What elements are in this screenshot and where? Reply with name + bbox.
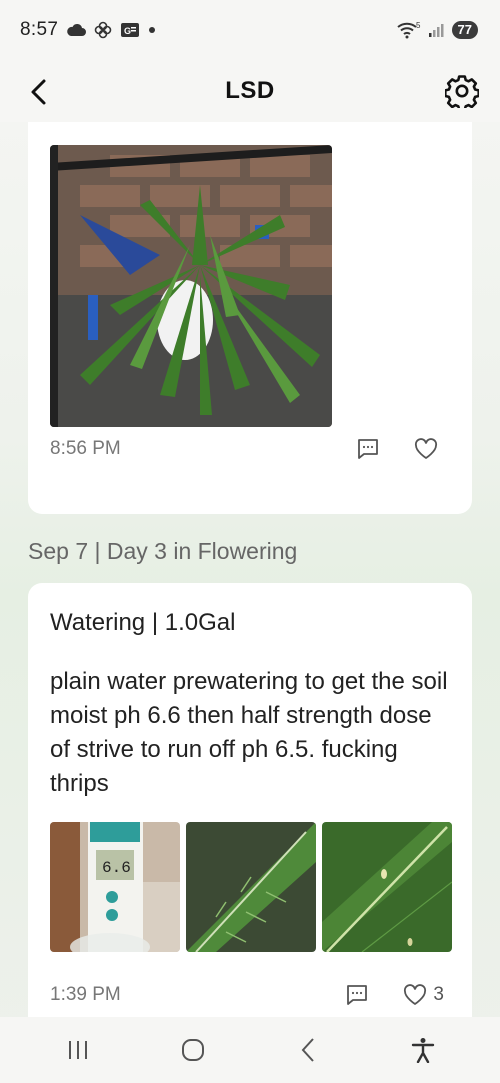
- entry-photo[interactable]: [322, 822, 452, 952]
- journal-entry-card[interactable]: 8:56 PM: [28, 122, 472, 514]
- system-back-button[interactable]: [278, 1025, 338, 1075]
- svg-text:6.6: 6.6: [102, 859, 131, 877]
- back-button[interactable]: [22, 76, 54, 108]
- battery-indicator: 77: [451, 21, 478, 39]
- settings-button[interactable]: [444, 73, 480, 109]
- recents-button[interactable]: [48, 1025, 108, 1075]
- gear-icon: [445, 75, 479, 108]
- like-button[interactable]: [414, 438, 444, 460]
- like-button[interactable]: 3: [403, 984, 444, 1006]
- entry-actions: 3: [345, 983, 444, 1007]
- dot-icon: [148, 26, 156, 34]
- home-button[interactable]: [163, 1025, 223, 1075]
- comment-button[interactable]: [345, 983, 369, 1007]
- cloud-icon: [66, 23, 87, 37]
- signal-icon: [428, 22, 446, 38]
- heart-icon: [404, 984, 427, 1005]
- page-title: LSD: [225, 77, 275, 104]
- svg-text:G: G: [124, 26, 131, 36]
- entry-note: plain water prewatering to get the soil …: [50, 668, 448, 797]
- comment-icon: [358, 439, 378, 459]
- entry-photo[interactable]: 6.6: [50, 822, 180, 952]
- status-bar: 8:57 G 5 77: [0, 0, 500, 60]
- comment-icon: [347, 985, 368, 1005]
- entry-time: 1:39 PM: [50, 984, 121, 1005]
- recents-icon: [68, 1041, 87, 1059]
- chevron-left-icon: [301, 1038, 314, 1062]
- journal-feed[interactable]: 8:56 PM Sep 7 | Day 3 in Flowering Water…: [0, 122, 500, 1017]
- entry-photo[interactable]: [186, 822, 316, 952]
- status-left: 8:57 G: [20, 19, 156, 41]
- day-header: Sep 7 | Day 3 in Flowering: [28, 538, 298, 564]
- like-count: 3: [433, 984, 444, 1005]
- status-right: 5 77: [396, 21, 478, 39]
- entry-photo[interactable]: [50, 145, 332, 427]
- ph-meter-photo-image: 6.6: [50, 822, 180, 952]
- svg-text:5: 5: [416, 21, 421, 30]
- accessibility-icon: [411, 1038, 434, 1063]
- entry-type: Watering | 1.0Gal: [50, 609, 236, 636]
- comment-button[interactable]: [356, 437, 380, 461]
- app-header: LSD: [0, 60, 500, 122]
- heart-icon: [414, 438, 438, 459]
- chevron-left-icon: [31, 79, 46, 105]
- entry-photo-strip: 6.6: [50, 822, 452, 952]
- thrips-leaf-photo-image: [322, 822, 452, 952]
- wifi-icon: 5: [396, 21, 422, 39]
- entry-footer: 8:56 PM: [50, 437, 444, 461]
- journal-entry-card[interactable]: Watering | 1.0Gal plain water prewaterin…: [28, 583, 472, 1017]
- ge-badge-icon: G: [120, 22, 140, 38]
- plant-photo-image: [50, 145, 332, 427]
- leaf-closeup-photo-image: [186, 822, 316, 952]
- accessibility-button[interactable]: [393, 1025, 453, 1075]
- entry-actions: [356, 437, 444, 461]
- pinwheel-icon: [94, 21, 112, 39]
- entry-footer: 1:39 PM 3: [50, 983, 444, 1007]
- status-time: 8:57: [20, 19, 59, 40]
- home-icon: [181, 1039, 204, 1061]
- system-nav-bar: [0, 1017, 500, 1083]
- entry-time: 8:56 PM: [50, 438, 121, 459]
